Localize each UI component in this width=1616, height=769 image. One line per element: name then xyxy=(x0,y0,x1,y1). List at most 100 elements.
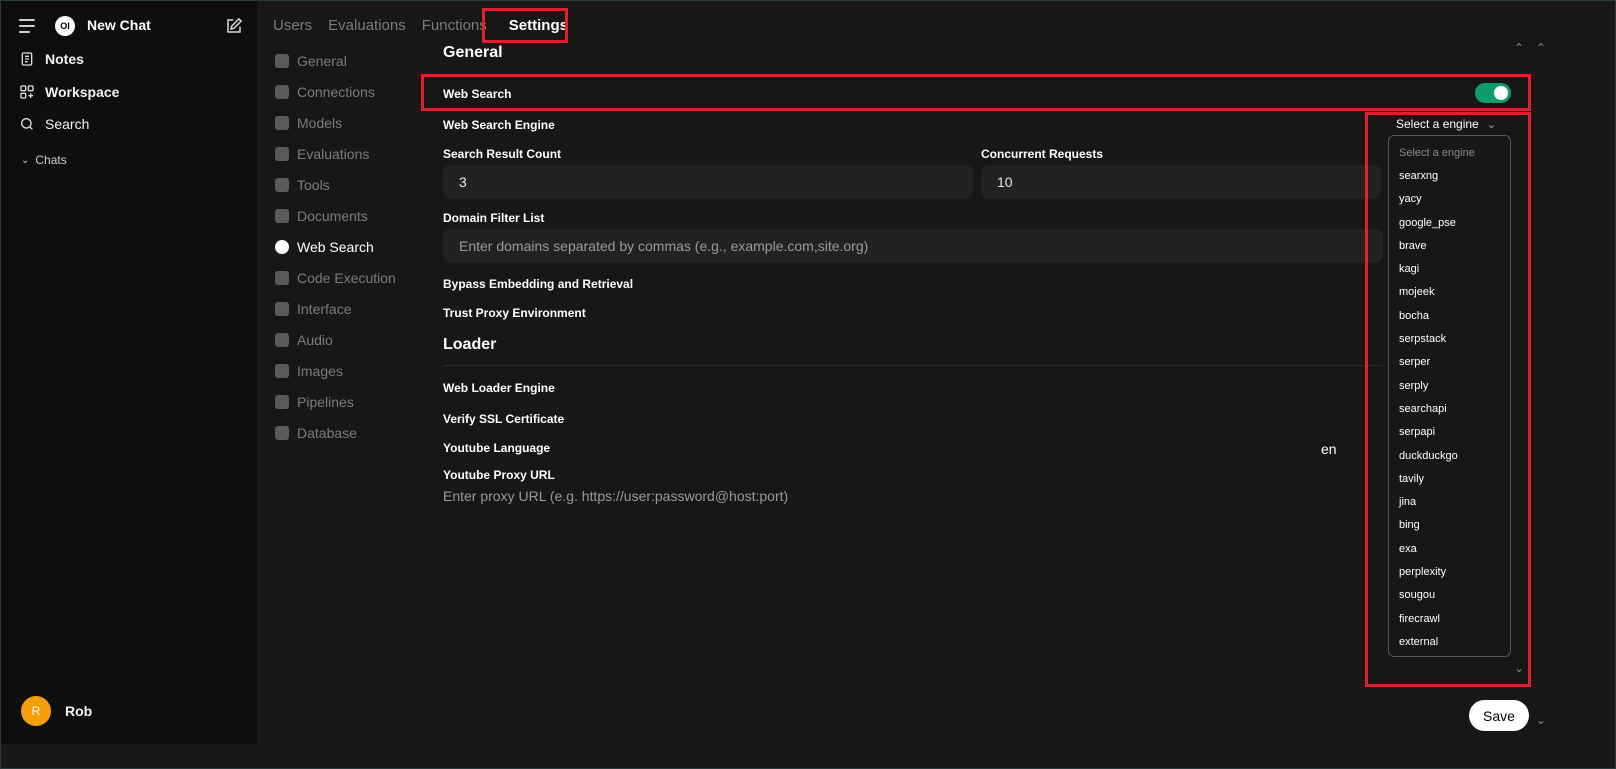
settings-nav-images[interactable]: Images xyxy=(275,355,425,386)
code-icon xyxy=(275,270,289,285)
sidebar-item-label: Search xyxy=(45,116,90,132)
engine-option[interactable]: exa xyxy=(1389,537,1510,560)
menu-toggle[interactable] xyxy=(19,19,37,33)
settings-nav-label: Audio xyxy=(297,331,333,348)
domain-filter-input[interactable]: Enter domains separated by commas (e.g.,… xyxy=(443,229,1383,263)
settings-nav-label: Interface xyxy=(297,300,352,317)
sidebar-item-label: Notes xyxy=(45,51,84,67)
settings-nav-label: Database xyxy=(297,424,357,441)
engine-option[interactable]: serpapi xyxy=(1389,421,1510,444)
settings-nav-web-search[interactable]: Web Search xyxy=(275,231,425,262)
settings-nav-audio[interactable]: Audio xyxy=(275,324,425,355)
settings-nav-tools[interactable]: Tools xyxy=(275,169,425,200)
search-result-count-input[interactable]: 3 xyxy=(443,165,973,199)
database-icon xyxy=(275,115,289,130)
settings-nav-code-execution[interactable]: Code Execution xyxy=(275,262,425,293)
web-loader-engine-label: Web Loader Engine xyxy=(443,381,555,395)
settings-nav-label: Models xyxy=(297,114,343,131)
app-logo[interactable]: OI xyxy=(55,16,75,36)
chats-section-toggle[interactable]: ⌄ Chats xyxy=(21,153,67,167)
sidebar-item-search[interactable]: Search xyxy=(19,116,89,132)
settings-nav-evaluations[interactable]: Evaluations xyxy=(275,138,425,169)
settings-nav-label: Web Search xyxy=(297,238,374,255)
chevron-up-icon[interactable]: ⌃ xyxy=(1514,41,1524,55)
youtube-proxy-label: Youtube Proxy URL xyxy=(443,468,555,482)
new-chat-label[interactable]: New Chat xyxy=(87,17,151,33)
sidebar-item-label: Workspace xyxy=(45,84,120,100)
sidebar-item-workspace[interactable]: Workspace xyxy=(19,84,119,100)
engine-option[interactable]: serpstack xyxy=(1389,327,1510,350)
bypass-embedding-label: Bypass Embedding and Retrieval xyxy=(443,277,634,291)
concurrent-requests-input[interactable]: 10 xyxy=(981,165,1381,199)
chevron-down-icon: ⌄ xyxy=(1486,118,1496,131)
settings-nav-database[interactable]: Database xyxy=(275,417,425,448)
engine-options-list: Select a engine searxng yacy google_pse … xyxy=(1388,135,1511,657)
avatar: R xyxy=(21,696,51,726)
search-result-count-label: Search Result Count xyxy=(443,147,562,161)
notes-icon xyxy=(21,52,33,66)
engine-option[interactable]: bocha xyxy=(1389,304,1510,327)
engine-select-value: Select a engine xyxy=(1396,117,1479,131)
engine-option[interactable]: Select a engine xyxy=(1389,141,1510,164)
section-divider xyxy=(443,365,1383,366)
web-search-toggle[interactable] xyxy=(1475,83,1511,103)
layers-icon xyxy=(275,394,289,409)
user-menu[interactable]: R Rob xyxy=(21,696,92,726)
wrench-icon xyxy=(275,177,289,192)
settings-nav-interface[interactable]: Interface xyxy=(275,293,425,324)
chevron-down-icon[interactable]: ⌄ xyxy=(1536,713,1546,727)
engine-option[interactable]: duckduckgo xyxy=(1389,444,1510,467)
chats-label: Chats xyxy=(35,153,67,167)
youtube-language-label: Youtube Language xyxy=(443,441,551,455)
settings-nav-connections[interactable]: Connections xyxy=(275,76,425,107)
new-chat-edit-icon[interactable] xyxy=(225,17,243,35)
concurrent-requests-label: Concurrent Requests xyxy=(981,147,1104,161)
settings-nav-label: Pipelines xyxy=(297,393,354,410)
settings-nav-label: Images xyxy=(297,362,343,379)
database-icon xyxy=(275,425,289,440)
settings-nav-general[interactable]: General xyxy=(275,45,425,76)
settings-nav-label: Evaluations xyxy=(297,145,370,162)
settings-nav-label: Code Execution xyxy=(297,269,396,286)
engine-option[interactable]: kagi xyxy=(1389,257,1510,280)
speaker-icon xyxy=(275,332,289,347)
chevron-down-icon[interactable]: ⌄ xyxy=(1514,661,1524,675)
web-search-engine-label: Web Search Engine xyxy=(443,118,555,132)
engine-option[interactable]: perplexity xyxy=(1389,560,1510,583)
engine-option[interactable]: mojeek xyxy=(1389,281,1510,304)
engine-option[interactable]: yacy xyxy=(1389,188,1510,211)
settings-nav-pipelines[interactable]: Pipelines xyxy=(275,386,425,417)
engine-option[interactable]: sougou xyxy=(1389,584,1510,607)
tab-users[interactable]: Users xyxy=(273,17,312,34)
general-heading: General xyxy=(443,44,503,61)
document-icon xyxy=(275,208,289,223)
settings-nav-models[interactable]: Models xyxy=(275,107,425,138)
engine-option[interactable]: serper xyxy=(1389,351,1510,374)
engine-option[interactable]: serply xyxy=(1389,374,1510,397)
save-button[interactable]: Save xyxy=(1469,700,1529,731)
sidebar: OI New Chat Notes Workspace Search ⌄ Cha… xyxy=(1,1,257,744)
engine-option[interactable]: tavily xyxy=(1389,467,1510,490)
cloud-icon xyxy=(275,84,289,99)
engine-option[interactable]: searchapi xyxy=(1389,397,1510,420)
engine-option[interactable]: brave xyxy=(1389,234,1510,257)
engine-option[interactable]: jina xyxy=(1389,490,1510,513)
settings-nav-label: Documents xyxy=(297,207,368,224)
settings-nav-label: General xyxy=(297,52,347,69)
tab-functions[interactable]: Functions xyxy=(422,17,487,34)
engine-option[interactable]: firecrawl xyxy=(1389,607,1510,630)
settings-nav-documents[interactable]: Documents xyxy=(275,200,425,231)
engine-option[interactable]: external xyxy=(1389,630,1510,653)
menu-icon xyxy=(19,19,37,33)
chevron-up-icon[interactable]: ⌃ xyxy=(1536,41,1546,55)
engine-option[interactable]: searxng xyxy=(1389,164,1510,187)
engine-option[interactable]: bing xyxy=(1389,514,1510,537)
engine-select[interactable]: Select a engine ⌄ xyxy=(1396,117,1496,131)
sidebar-item-notes[interactable]: Notes xyxy=(19,51,84,67)
youtube-language-input[interactable]: en xyxy=(1321,441,1337,457)
highlight-box-web-search xyxy=(421,74,1531,111)
engine-option[interactable]: google_pse xyxy=(1389,211,1510,234)
youtube-proxy-input[interactable]: Enter proxy URL (e.g. https://user:passw… xyxy=(443,488,788,504)
user-name: Rob xyxy=(65,703,93,719)
tab-evaluations[interactable]: Evaluations xyxy=(328,17,406,34)
